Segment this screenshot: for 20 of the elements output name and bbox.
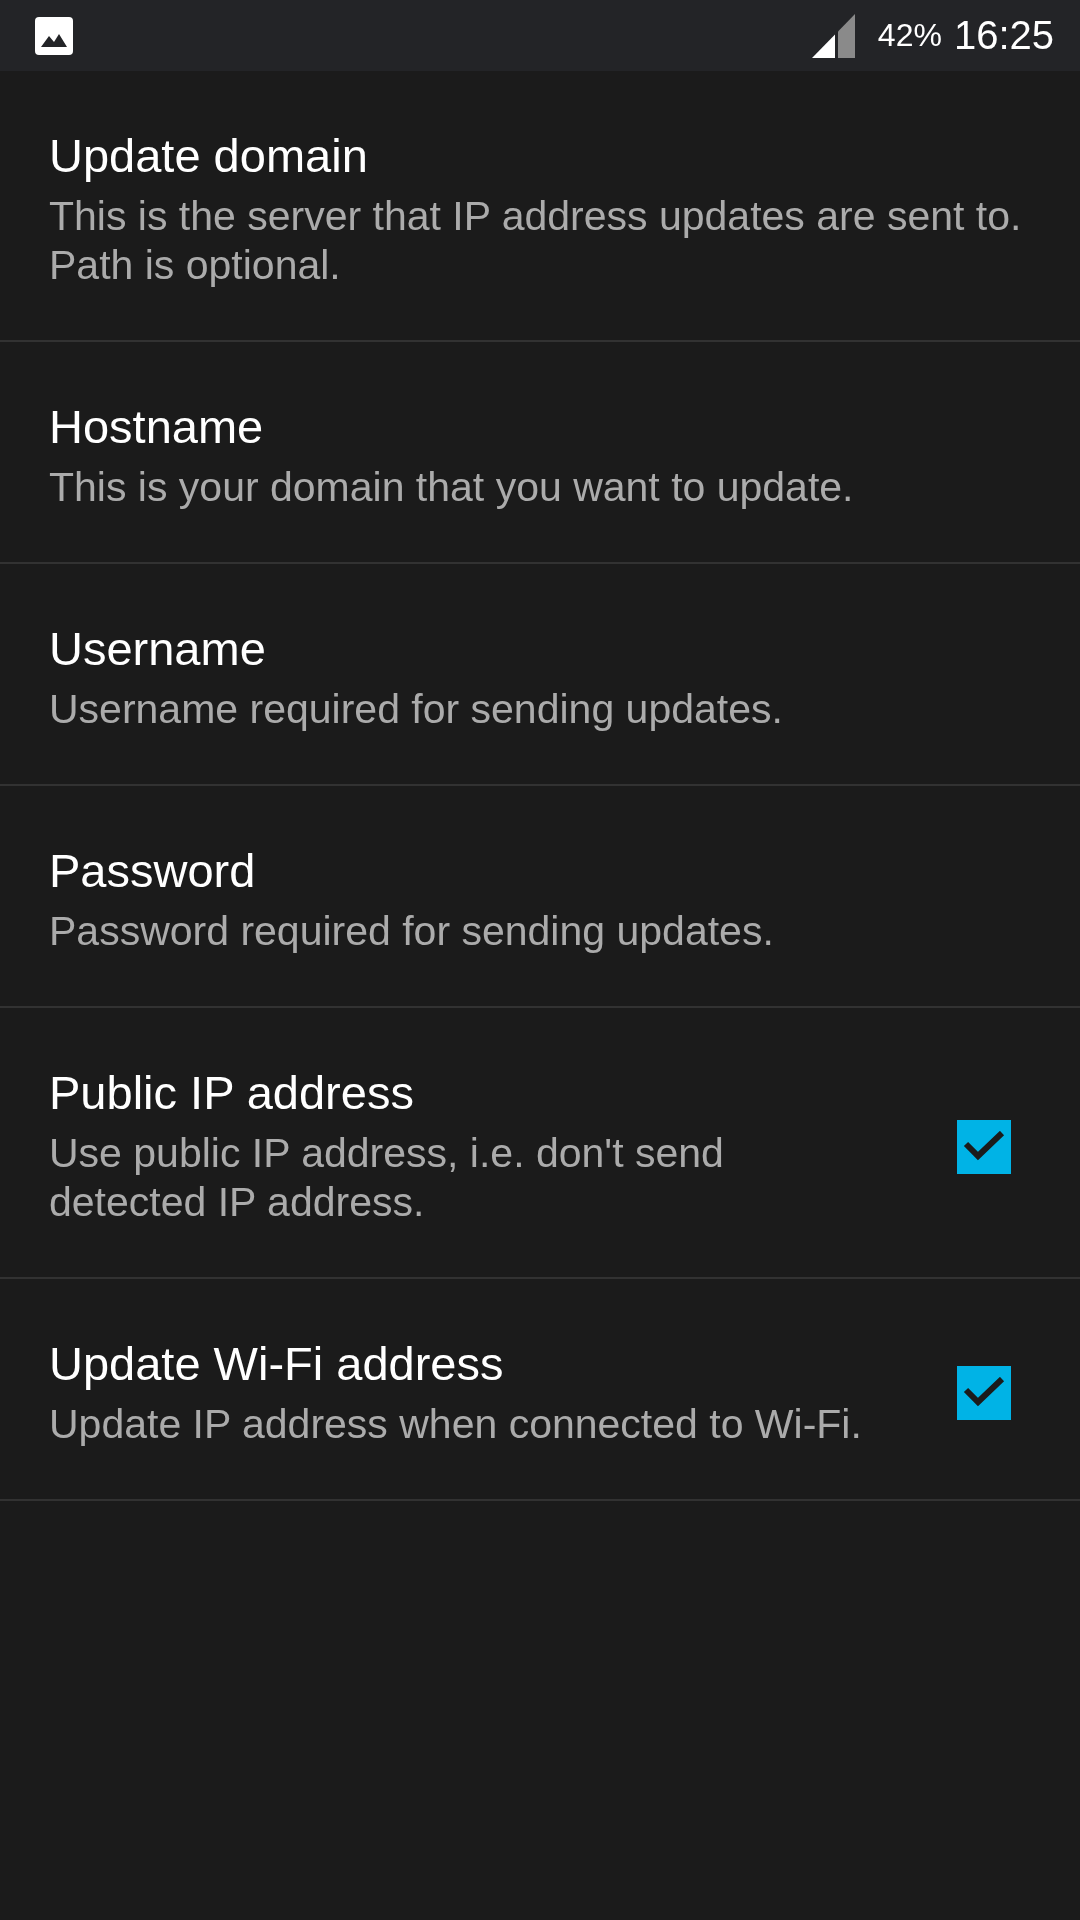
- preference-summary: This is your domain that you want to update.: [49, 463, 855, 512]
- preference-summary: Use public IP address, i.e. don't send detected IP address.: [49, 1129, 725, 1227]
- image-notification-icon: [35, 16, 73, 55]
- preference-summary: Password required for sending updates.: [49, 907, 775, 956]
- preference-title: Hostname: [49, 400, 265, 454]
- preference-title: Update domain: [49, 129, 369, 183]
- checkbox[interactable]: [957, 1119, 1011, 1174]
- preference-summary: This is the server that IP address updates are sent to. Path is optional.: [49, 192, 1023, 290]
- preference-summary: Update IP address when connected to Wi-Fi.: [49, 1400, 863, 1449]
- preference-title: Password: [49, 844, 257, 898]
- preference-summary: Username required for sending updates.: [49, 685, 784, 734]
- checkmark-icon: [963, 1130, 1005, 1163]
- battery-level: 42%: [877, 17, 942, 54]
- clock-time: 16:25: [953, 13, 1054, 58]
- preference-title: Public IP address: [49, 1066, 415, 1120]
- checkbox[interactable]: [957, 1366, 1011, 1420]
- preference-title: Username: [49, 622, 267, 676]
- preference-title: Update Wi-Fi address: [49, 1337, 505, 1391]
- signal-icon: [811, 13, 855, 58]
- checkmark-icon: [963, 1377, 1005, 1409]
